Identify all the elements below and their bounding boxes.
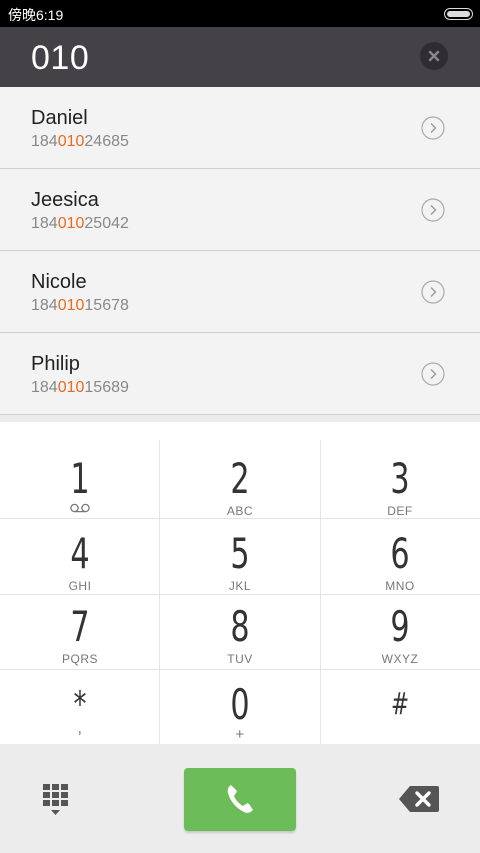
contact-match-row[interactable]: Nicole 18401015678: [0, 251, 480, 333]
key-9[interactable]: 9 WXYZ: [320, 602, 480, 667]
status-bar: 傍晚6:19: [0, 0, 480, 27]
dialpad: 1 2 ABC 3 DEF 4 GHI 5 JKL 6 MNO 7 PQRS 8…: [0, 422, 480, 744]
key-4[interactable]: 4 GHI: [0, 529, 160, 594]
key-digit: 4: [70, 529, 90, 578]
key-1[interactable]: 1: [0, 458, 160, 519]
key-letters: GHI: [68, 579, 92, 593]
number-display: 010: [0, 27, 480, 87]
key-3[interactable]: 3 DEF: [320, 454, 480, 519]
key-letters: DEF: [387, 504, 413, 518]
number-match-highlight: 010: [57, 297, 85, 314]
contact-match-list: Daniel 18401024685 Jeesica 18401025042 N…: [0, 87, 480, 415]
key-letters: TUV: [227, 652, 253, 666]
key-0[interactable]: 0 +: [160, 680, 320, 744]
key-5[interactable]: 5 JKL: [160, 529, 320, 594]
voicemail-icon: [70, 503, 90, 513]
number-match-highlight: 010: [57, 133, 85, 150]
divider: [0, 669, 480, 670]
key-digit: 7: [70, 602, 90, 651]
key-letters: WXYZ: [381, 652, 419, 666]
key-6[interactable]: 6 MNO: [320, 529, 480, 594]
key-2[interactable]: 2 ABC: [160, 454, 320, 519]
key-digit: 8: [230, 602, 250, 651]
call-button[interactable]: [184, 768, 296, 831]
key-hash[interactable]: #: [320, 684, 480, 730]
chevron-right-circle-icon[interactable]: [421, 280, 445, 304]
key-letters: PQRS: [61, 652, 98, 666]
action-bar: [0, 744, 480, 853]
key-8[interactable]: 8 TUV: [160, 602, 320, 667]
status-time: 傍晚6:19: [8, 7, 64, 23]
key-letters: MNO: [385, 579, 415, 593]
key-star[interactable]: * ,: [0, 684, 160, 738]
key-digit: *: [73, 684, 87, 725]
contact-match-row[interactable]: Jeesica 18401025042: [0, 169, 480, 251]
number-match-highlight: 010: [57, 379, 85, 396]
backspace-icon[interactable]: [398, 784, 440, 814]
key-digit: 1: [70, 454, 90, 503]
key-digit: 0: [230, 680, 250, 729]
dialpad-icon[interactable]: [40, 781, 76, 817]
key-digit: #: [390, 687, 410, 722]
contact-name: Daniel: [31, 107, 88, 129]
contact-number: 18401015678: [31, 297, 129, 314]
key-letters: JKL: [228, 579, 252, 593]
phone-icon: [227, 785, 253, 813]
key-digit: 2: [230, 454, 250, 503]
divider: [0, 594, 480, 595]
chevron-right-circle-icon[interactable]: [421, 116, 445, 140]
key-digit: 9: [390, 602, 410, 651]
dialed-number: 010: [31, 39, 90, 77]
contact-match-row[interactable]: Philip 18401015689: [0, 333, 480, 415]
contact-name: Nicole: [31, 271, 87, 293]
clear-icon[interactable]: [420, 42, 448, 70]
key-digit: 6: [390, 529, 410, 578]
contact-number: 18401025042: [31, 215, 129, 232]
contact-number: 18401015689: [31, 379, 129, 396]
key-letters: ABC: [226, 504, 254, 518]
key-7[interactable]: 7 PQRS: [0, 602, 160, 667]
contact-name: Philip: [31, 353, 80, 375]
key-digit: 5: [230, 529, 250, 578]
contact-name: Jeesica: [31, 189, 99, 211]
chevron-right-circle-icon[interactable]: [421, 198, 445, 222]
key-digit: 3: [390, 454, 410, 503]
contact-number: 18401024685: [31, 133, 129, 150]
contact-match-row[interactable]: Daniel 18401024685: [0, 87, 480, 169]
number-match-highlight: 010: [57, 215, 85, 232]
battery-icon: [444, 8, 473, 20]
chevron-right-circle-icon[interactable]: [421, 362, 445, 386]
